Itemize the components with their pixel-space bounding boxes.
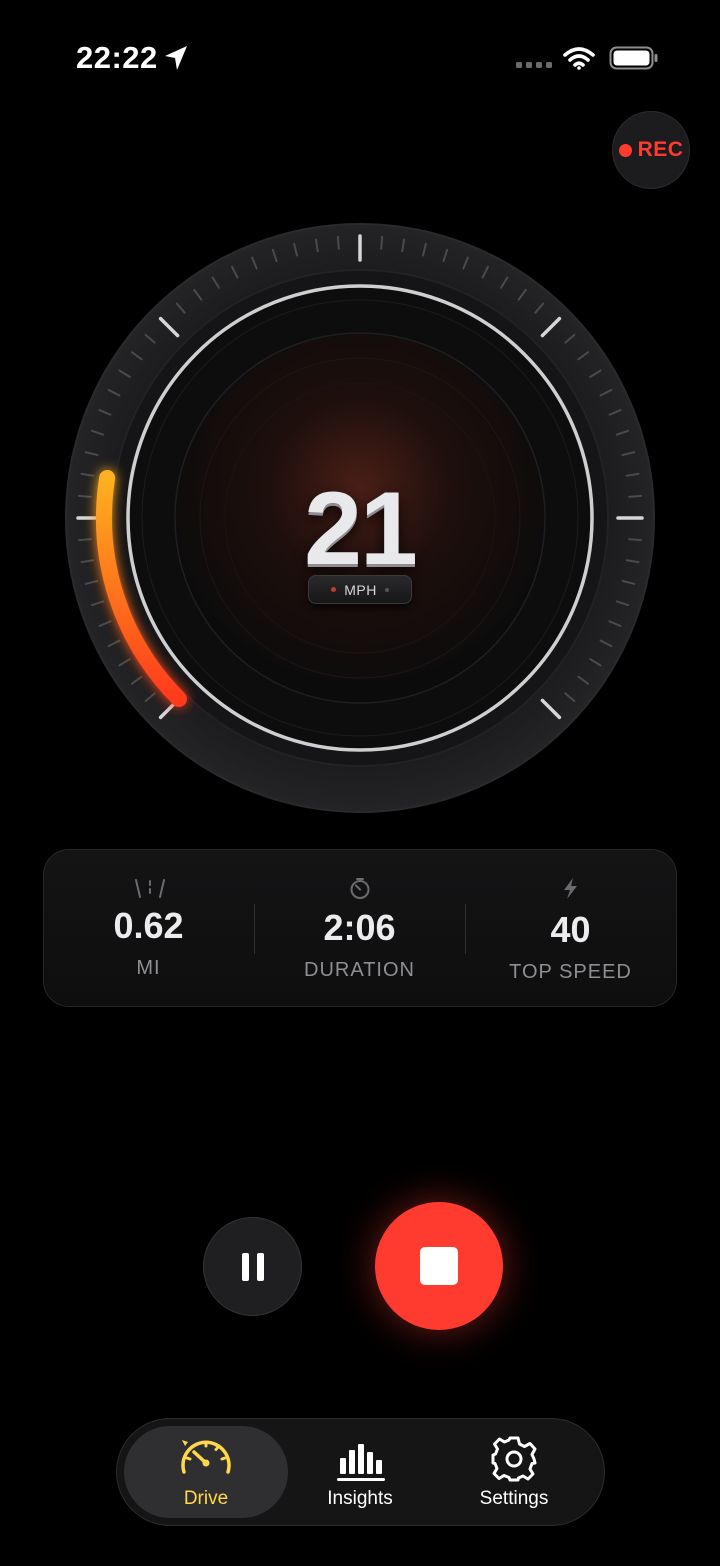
stat-distance: 0.62 MI xyxy=(43,849,254,1007)
unit-label: MPH xyxy=(344,581,377,598)
stat-duration: 2:06 DURATION xyxy=(254,849,465,1007)
location-arrow-icon xyxy=(165,46,187,70)
distance-value: 0.62 xyxy=(113,905,184,946)
top-speed-value: 40 xyxy=(550,909,591,950)
speed-value: 21 xyxy=(304,471,418,587)
speedometer-icon xyxy=(181,1440,231,1474)
duration-label: DURATION xyxy=(304,959,415,981)
bar-chart-icon xyxy=(337,1444,385,1481)
tab-settings[interactable]: Settings xyxy=(432,1426,596,1518)
unit-dot-icon xyxy=(331,587,337,592)
trip-stats-card: 0.62 MI 2:06 DURATION 40 TOP SPEED xyxy=(43,849,677,1007)
gauge-minor-tick xyxy=(380,235,384,250)
rec-label: REC xyxy=(637,138,684,161)
tab-settings-label: Settings xyxy=(479,1488,549,1509)
gauge-minor-tick xyxy=(336,235,340,250)
battery-icon xyxy=(609,46,658,70)
bolt-icon xyxy=(564,878,577,899)
timer-icon xyxy=(350,878,370,899)
pause-icon xyxy=(241,1252,264,1281)
record-dot-icon xyxy=(618,143,632,157)
wifi-icon xyxy=(563,47,595,70)
tab-bar: Drive Insights Settings xyxy=(116,1418,605,1526)
gear-icon xyxy=(491,1436,537,1482)
distance-label: MI xyxy=(136,957,161,979)
tab-insights[interactable]: Insights xyxy=(278,1426,442,1518)
stat-top-speed: 40 TOP SPEED xyxy=(465,849,676,1007)
drive-screen: 22:22 REC 21 MPH 0.62 MI 2:06 DURATION 4… xyxy=(0,0,720,1566)
duration-value: 2:06 xyxy=(323,907,396,948)
unit-dot-icon xyxy=(384,587,389,592)
top-speed-label: TOP SPEED xyxy=(509,961,632,983)
signal-dots-icon xyxy=(516,62,552,68)
stop-button[interactable] xyxy=(375,1202,503,1330)
pause-button[interactable] xyxy=(203,1217,302,1316)
tab-drive[interactable]: Drive xyxy=(124,1426,288,1518)
stop-icon xyxy=(420,1247,458,1285)
unit-badge: MPH xyxy=(308,575,412,604)
tab-insights-label: Insights xyxy=(327,1488,393,1509)
tab-drive-label: Drive xyxy=(183,1488,229,1509)
rec-button[interactable]: REC xyxy=(612,111,690,189)
status-bar: 22:22 xyxy=(0,0,720,110)
status-time: 22:22 xyxy=(76,40,158,75)
road-icon xyxy=(135,879,165,898)
